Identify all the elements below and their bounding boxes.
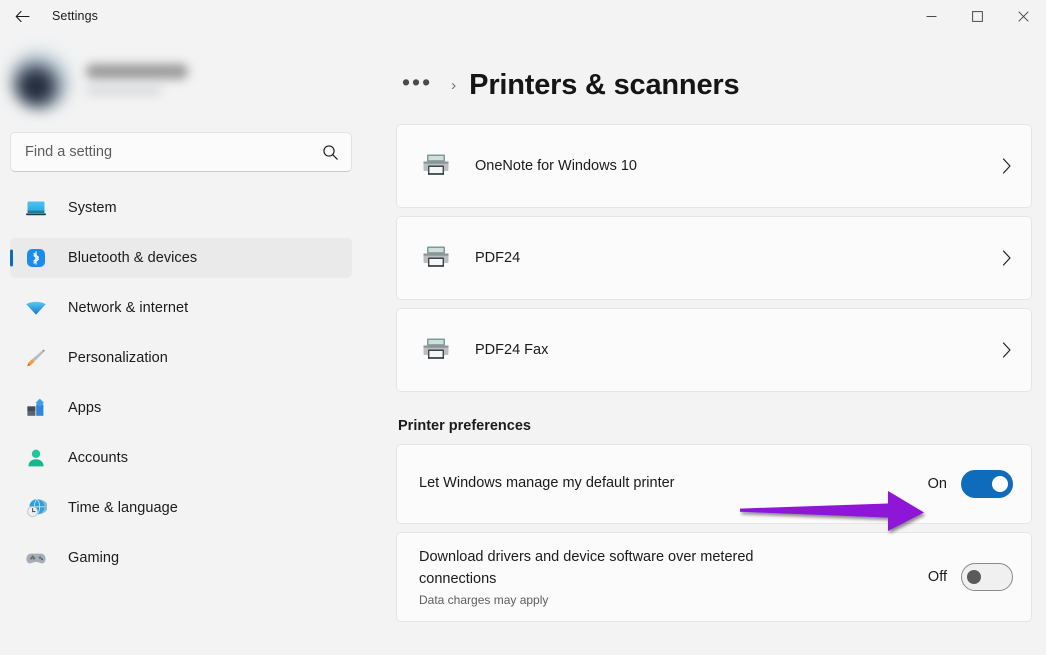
preference-row-metered-connections: Download drivers and device software ove… bbox=[397, 533, 1031, 621]
printer-row[interactable]: PDF24 bbox=[397, 217, 1031, 299]
preference-text: Download drivers and device software ove… bbox=[419, 547, 911, 607]
printer-row[interactable]: PDF24 Fax bbox=[397, 309, 1031, 391]
sidebar-item-personalization[interactable]: Personalization bbox=[10, 338, 352, 378]
search-input[interactable] bbox=[25, 144, 322, 160]
toggle-state-label: Off bbox=[927, 568, 947, 585]
printer-icon bbox=[419, 241, 453, 275]
bluetooth-icon bbox=[24, 246, 48, 270]
chevron-right-icon bbox=[1000, 341, 1013, 359]
sidebar-item-system[interactable]: System bbox=[10, 188, 352, 228]
toggle-state-label: On bbox=[927, 476, 947, 492]
gaming-icon bbox=[24, 546, 48, 570]
avatar bbox=[10, 48, 72, 110]
sidebar-item-apps[interactable]: Apps bbox=[10, 388, 352, 428]
preference-card: Download drivers and device software ove… bbox=[396, 532, 1032, 622]
sidebar-item-label: Network & internet bbox=[68, 300, 189, 316]
accounts-icon bbox=[24, 446, 48, 470]
window-title: Settings bbox=[52, 9, 98, 23]
minimize-button[interactable] bbox=[908, 0, 954, 32]
sidebar-item-gaming[interactable]: Gaming bbox=[10, 538, 352, 578]
breadcrumb: ••• › Printers & scanners bbox=[396, 32, 1032, 124]
sidebar-item-label: System bbox=[68, 200, 117, 216]
profile-subtitle bbox=[86, 85, 162, 95]
printer-name: PDF24 Fax bbox=[475, 342, 549, 358]
sidebar-item-accounts[interactable]: Accounts bbox=[10, 438, 352, 478]
back-button[interactable] bbox=[0, 0, 44, 32]
sidebar-item-label: Bluetooth & devices bbox=[68, 250, 198, 266]
breadcrumb-overflow-button[interactable]: ••• bbox=[396, 67, 438, 104]
sidebar-nav: System Bluetooth & devices Network & int… bbox=[0, 188, 364, 578]
title-bar: Settings bbox=[0, 0, 1046, 32]
preference-sublabel: Data charges may apply bbox=[419, 592, 549, 607]
maximize-icon bbox=[971, 10, 983, 22]
preference-label: Let Windows manage my default printer bbox=[419, 475, 675, 492]
time-language-icon bbox=[24, 496, 48, 520]
preference-row-default-printer: Let Windows manage my default printer On bbox=[397, 445, 1031, 523]
maximize-button[interactable] bbox=[954, 0, 1000, 32]
back-arrow-icon bbox=[15, 10, 30, 22]
sidebar-item-network-internet[interactable]: Network & internet bbox=[10, 288, 352, 328]
minimize-icon bbox=[926, 15, 936, 17]
printer-card: OneNote for Windows 10 bbox=[396, 124, 1032, 208]
preference-card: Let Windows manage my default printer On bbox=[396, 444, 1032, 524]
sidebar-item-label: Apps bbox=[68, 400, 102, 416]
preference-label: Download drivers and device software ove… bbox=[419, 549, 754, 587]
close-button[interactable] bbox=[1000, 0, 1046, 32]
search-icon bbox=[322, 144, 339, 161]
preference-text: Let Windows manage my default printer bbox=[419, 473, 911, 495]
toggle-knob bbox=[992, 476, 1008, 492]
printer-card: PDF24 Fax bbox=[396, 308, 1032, 392]
system-icon bbox=[24, 196, 48, 220]
profile-name bbox=[86, 63, 188, 79]
printer-name: PDF24 bbox=[475, 250, 521, 266]
metered-connections-toggle[interactable] bbox=[961, 562, 1013, 591]
default-printer-toggle[interactable] bbox=[961, 470, 1013, 498]
selection-indicator bbox=[10, 249, 13, 267]
sidebar-item-label: Personalization bbox=[68, 350, 168, 366]
chevron-right-icon bbox=[1000, 249, 1013, 267]
main-content: ••• › Printers & scanners OneNote for Wi… bbox=[364, 32, 1046, 655]
window-body: System Bluetooth & devices bbox=[0, 32, 1046, 655]
printer-icon bbox=[419, 333, 453, 367]
sidebar-item-time-language[interactable]: Time & language bbox=[10, 488, 352, 528]
close-icon bbox=[1017, 10, 1029, 22]
sidebar-item-label: Time & language bbox=[68, 500, 178, 516]
page-title: Printers & scanners bbox=[469, 68, 740, 101]
sidebar-item-label: Accounts bbox=[68, 450, 129, 466]
user-profile[interactable] bbox=[0, 32, 364, 124]
toggle-area: On bbox=[923, 470, 1013, 498]
toggle-knob bbox=[967, 569, 981, 584]
breadcrumb-separator: › bbox=[451, 76, 457, 94]
printer-icon bbox=[419, 149, 453, 183]
printer-card: PDF24 bbox=[396, 216, 1032, 300]
printer-preferences-heading: Printer preferences bbox=[398, 418, 531, 434]
sidebar-item-label: Gaming bbox=[68, 550, 120, 566]
search-box[interactable] bbox=[10, 132, 352, 172]
profile-meta bbox=[86, 63, 188, 95]
sidebar-item-bluetooth-devices[interactable]: Bluetooth & devices bbox=[10, 238, 352, 278]
chevron-right-icon bbox=[1000, 157, 1013, 175]
personalization-icon bbox=[24, 346, 48, 370]
network-icon bbox=[24, 296, 48, 320]
sidebar: System Bluetooth & devices bbox=[0, 32, 364, 655]
toggle-area: Off bbox=[923, 562, 1013, 591]
apps-icon bbox=[24, 396, 48, 420]
printer-row[interactable]: OneNote for Windows 10 bbox=[397, 125, 1031, 207]
settings-window: Settings Find a setting System Bluetooth… bbox=[0, 0, 1046, 655]
printer-name: OneNote for Windows 10 bbox=[475, 158, 637, 174]
